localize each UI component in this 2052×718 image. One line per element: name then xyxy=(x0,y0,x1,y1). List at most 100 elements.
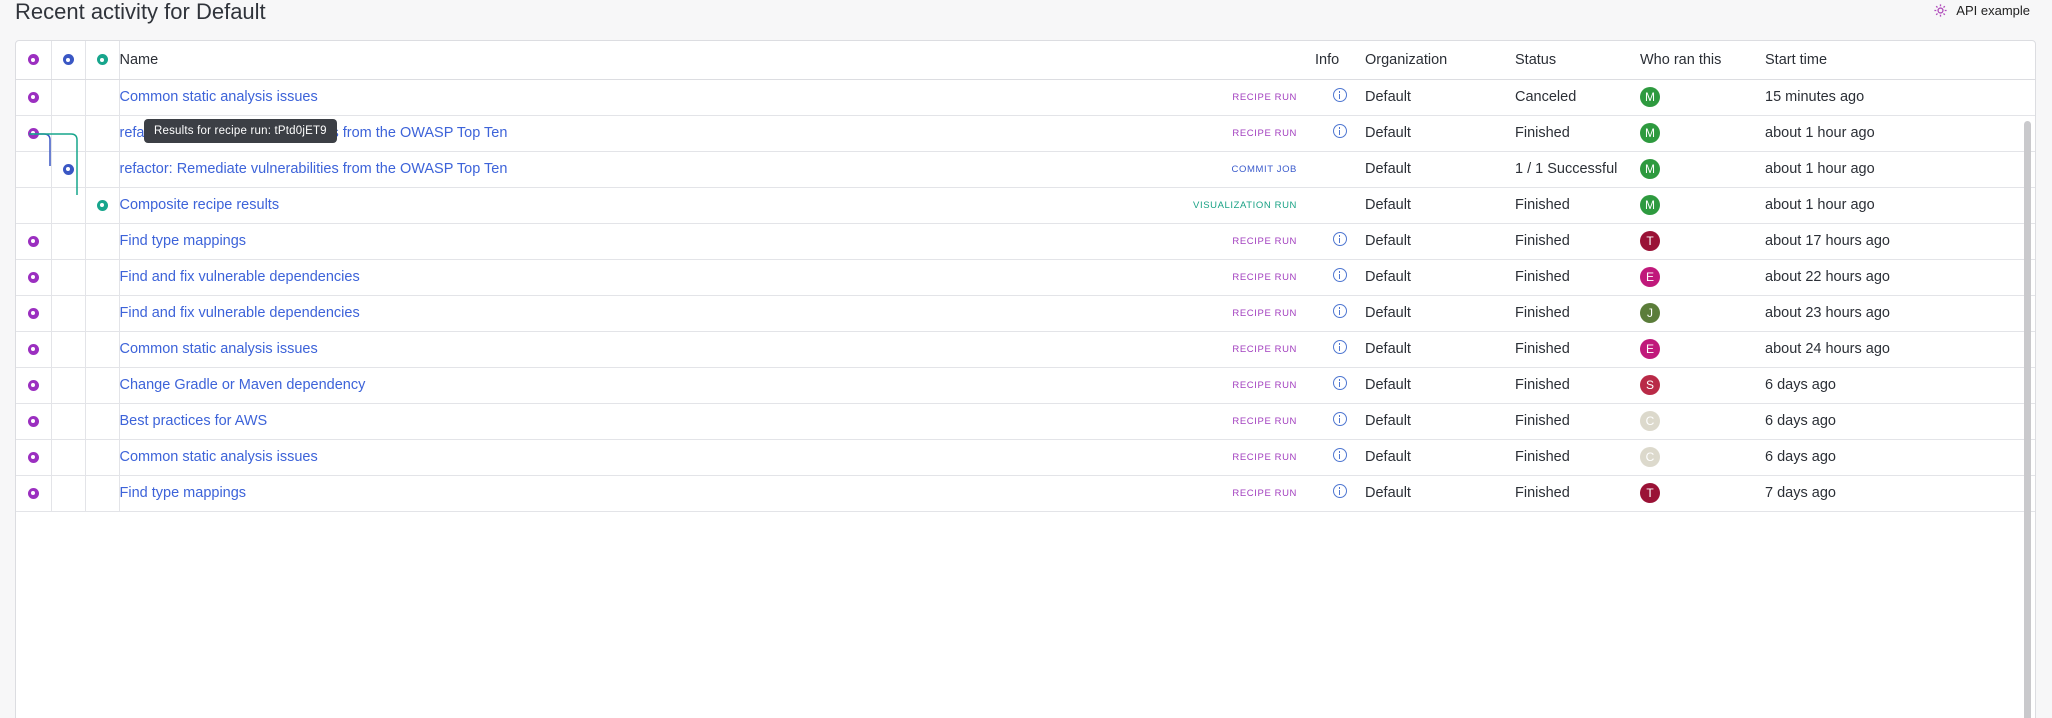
run-name-link[interactable]: Find and fix vulnerable dependencies xyxy=(120,305,360,321)
table-row[interactable]: Best practices for AWS RECIPE RUN Defaul… xyxy=(16,403,2035,440)
avatar[interactable]: M xyxy=(1640,87,1660,107)
name-cell: Best practices for AWS RECIPE RUN xyxy=(119,403,1315,440)
graph-cell xyxy=(16,439,52,476)
run-name-link[interactable]: Composite recipe results xyxy=(120,197,280,213)
info-icon[interactable] xyxy=(1333,376,1347,390)
run-name-link[interactable]: Common static analysis issues xyxy=(120,341,318,357)
visualization-run-dot-icon[interactable] xyxy=(96,54,108,66)
info-icon[interactable] xyxy=(1333,412,1347,426)
table-row[interactable]: Common static analysis issues RECIPE RUN… xyxy=(16,79,2035,116)
organization-cell: Default xyxy=(1365,79,1515,116)
name-cell: Find and fix vulnerable dependencies REC… xyxy=(119,295,1315,332)
run-type-badge: RECIPE RUN xyxy=(1232,235,1297,247)
avatar[interactable]: M xyxy=(1640,159,1660,179)
commit-job-dot-icon[interactable] xyxy=(62,54,74,66)
graph-cell xyxy=(85,403,120,440)
table-row[interactable]: Find and fix vulnerable dependencies REC… xyxy=(16,259,2035,296)
name-cell: Find and fix vulnerable dependencies REC… xyxy=(119,259,1315,296)
status-cell: Finished xyxy=(1515,403,1640,440)
info-cell xyxy=(1315,223,1365,260)
run-name-link[interactable]: Common static analysis issues xyxy=(120,89,318,105)
graph-cell xyxy=(85,115,120,152)
run-name-link[interactable]: refactor: Remediate vulnerabilities from… xyxy=(120,161,508,177)
vertical-scrollbar[interactable] xyxy=(2024,121,2031,718)
api-example-label: API example xyxy=(1956,3,2030,18)
graph-cell xyxy=(51,403,86,440)
table-row[interactable]: Common static analysis issues RECIPE RUN… xyxy=(16,331,2035,368)
info-icon[interactable] xyxy=(1333,484,1347,498)
status-cell: Finished xyxy=(1515,331,1640,368)
graph-cell xyxy=(85,187,120,224)
info-icon[interactable] xyxy=(1333,340,1347,354)
recipe-run-dot-icon xyxy=(27,487,39,499)
column-header-status[interactable]: Status xyxy=(1515,41,1640,80)
table-row[interactable]: refactor: Remediate vulnerabilities from… xyxy=(16,151,2035,188)
avatar[interactable]: M xyxy=(1640,123,1660,143)
graph-cell xyxy=(51,331,86,368)
run-name-link[interactable]: Change Gradle or Maven dependency xyxy=(120,377,366,393)
graph-cell xyxy=(51,259,86,296)
table-row[interactable]: Find and fix vulnerable dependencies REC… xyxy=(16,295,2035,332)
graph-cell xyxy=(16,79,52,116)
filter-commit-job[interactable] xyxy=(51,41,86,80)
recipe-run-tooltip: Results for recipe run: tPtd0jET9 xyxy=(144,119,337,143)
table-row[interactable]: Change Gradle or Maven dependency RECIPE… xyxy=(16,367,2035,404)
graph-cell xyxy=(85,475,120,512)
run-name-link[interactable]: Best practices for AWS xyxy=(120,413,268,429)
info-icon[interactable] xyxy=(1333,304,1347,318)
info-icon[interactable] xyxy=(1333,232,1347,246)
status-cell: Finished xyxy=(1515,115,1640,152)
info-cell xyxy=(1315,295,1365,332)
avatar[interactable]: E xyxy=(1640,339,1660,359)
run-type-badge: RECIPE RUN xyxy=(1232,127,1297,139)
start-time-cell: 15 minutes ago xyxy=(1765,79,2035,116)
table-row[interactable]: Find type mappings RECIPE RUN Default Fin… xyxy=(16,223,2035,260)
organization-cell: Default xyxy=(1365,367,1515,404)
recipe-run-dot-icon[interactable] xyxy=(27,54,39,66)
column-header-organization[interactable]: Organization xyxy=(1365,41,1515,80)
table-row[interactable]: Find type mappings RECIPE RUN Default Fin… xyxy=(16,475,2035,512)
graph-cell xyxy=(85,259,120,296)
run-name-link[interactable]: Find type mappings xyxy=(120,233,247,249)
avatar[interactable]: C xyxy=(1640,411,1660,431)
table-row[interactable]: Composite recipe results VISUALIZATION R… xyxy=(16,187,2035,224)
avatar[interactable]: T xyxy=(1640,483,1660,503)
run-type-badge: VISUALIZATION RUN xyxy=(1193,199,1297,211)
activity-table: Name Info Organization Status Who ran th… xyxy=(16,41,2035,512)
status-cell: Canceled xyxy=(1515,79,1640,116)
column-header-info: Info xyxy=(1315,41,1365,80)
graph-cell xyxy=(51,151,86,188)
recipe-run-dot-icon xyxy=(27,451,39,463)
info-cell xyxy=(1315,79,1365,116)
run-type-badge: RECIPE RUN xyxy=(1232,379,1297,391)
info-icon[interactable] xyxy=(1333,268,1347,282)
graph-cell xyxy=(16,295,52,332)
graph-cell xyxy=(51,115,86,152)
column-header-start-time[interactable]: Start time xyxy=(1765,41,2035,80)
avatar[interactable]: T xyxy=(1640,231,1660,251)
who-cell: E xyxy=(1640,331,1765,368)
info-icon[interactable] xyxy=(1333,88,1347,102)
filter-recipe-run[interactable] xyxy=(16,41,52,80)
graph-cell xyxy=(85,367,120,404)
run-name-link[interactable]: Common static analysis issues xyxy=(120,449,318,465)
recipe-run-dot-icon xyxy=(27,415,39,427)
avatar[interactable]: E xyxy=(1640,267,1660,287)
avatar[interactable]: C xyxy=(1640,447,1660,467)
organization-cell: Default xyxy=(1365,403,1515,440)
column-header-who[interactable]: Who ran this xyxy=(1640,41,1765,80)
graph-cell xyxy=(85,223,120,260)
avatar[interactable]: J xyxy=(1640,303,1660,323)
column-header-name[interactable]: Name xyxy=(119,41,1315,80)
filter-visualization-run[interactable] xyxy=(85,41,120,80)
api-example-link[interactable]: API example xyxy=(1933,3,2030,18)
table-row[interactable]: Common static analysis issues RECIPE RUN… xyxy=(16,439,2035,476)
avatar[interactable]: S xyxy=(1640,375,1660,395)
info-icon[interactable] xyxy=(1333,124,1347,138)
who-cell: T xyxy=(1640,475,1765,512)
run-name-link[interactable]: Find and fix vulnerable dependencies xyxy=(120,269,360,285)
run-type-badge: COMMIT JOB xyxy=(1231,163,1297,175)
info-icon[interactable] xyxy=(1333,448,1347,462)
avatar[interactable]: M xyxy=(1640,195,1660,215)
run-name-link[interactable]: Find type mappings xyxy=(120,485,247,501)
